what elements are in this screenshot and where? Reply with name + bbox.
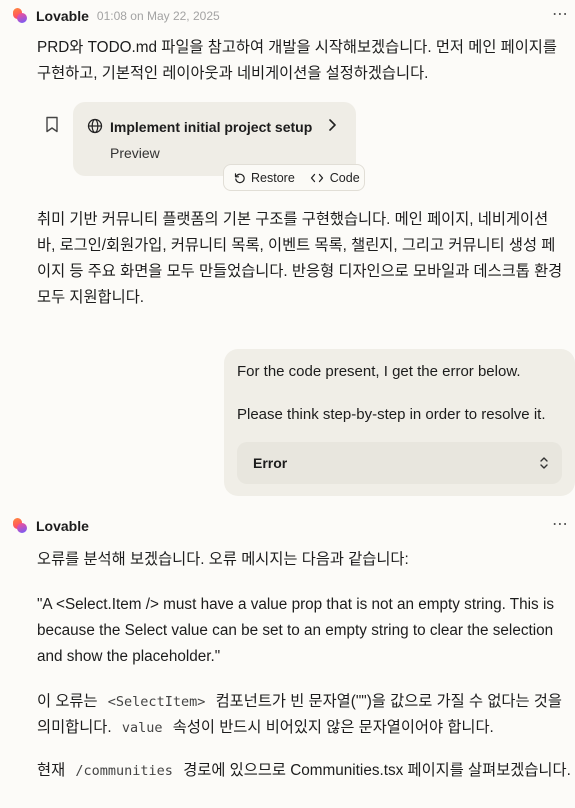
error-dropdown[interactable]: Error [237,442,562,484]
text-segment: 경로에 있으므로 Communities.tsx 페이지를 살펴보겠습니다. [178,762,571,779]
inline-code: value [121,720,163,736]
chevron-up-down-icon [539,456,549,475]
card-title: Implement initial project setup [110,119,313,135]
chevron-right-icon[interactable] [327,118,337,137]
message-timestamp: 01:08 on May 22, 2025 [96,9,220,23]
text-segment: 현재 [37,762,70,779]
restore-label: Restore [251,170,295,185]
message-intro: 오류를 분석해 보겠습니다. 오류 메시지는 다음과 같습니다: [37,551,409,568]
restore-button[interactable]: Restore [234,171,295,185]
inline-code: /communities [75,763,173,779]
message-text: PRD와 TODO.md 파일을 참고하여 개발을 시작해보겠습니다. 먼저 메… [37,39,557,82]
bookmark-icon[interactable] [45,116,59,138]
next-step-text: 현재 /communities 경로에 있으므로 Communities.tsx… [37,758,572,784]
inline-code: <SelectItem> [107,694,206,710]
message-summary: 취미 기반 커뮤니티 플랫폼의 기본 구조를 구현했습니다. 메인 페이지, 네… [37,211,563,306]
globe-icon [87,118,103,139]
code-button[interactable]: Code [310,171,360,185]
text-segment: 속성이 반드시 비어있지 않은 문자열이어야 합니다. [168,719,494,736]
lovable-logo-icon [12,518,28,534]
version-actions: Restore Code [223,164,365,191]
user-message-line-2: Please think step-by-step in order to re… [237,406,546,423]
more-options-icon[interactable]: ⋯ [552,514,569,534]
lovable-logo-icon [12,8,28,24]
message-header: Lovable [12,518,89,534]
user-message: For the code present, I get the error be… [224,349,575,496]
more-options-icon[interactable]: ⋯ [552,4,569,24]
restore-icon [234,172,246,184]
text-segment: 이 오류는 [37,693,102,710]
code-label: Code [329,170,360,185]
author-name: Lovable [36,518,89,534]
author-name: Lovable [36,8,89,24]
error-explanation: 이 오류는 <SelectItem> 컴포넌트가 빈 문자열("")을 값으로 … [37,689,572,741]
error-label: Error [253,455,288,471]
error-quote: "A <Select.Item /> must have a value pro… [37,596,555,665]
user-message-line-1: For the code present, I get the error be… [237,363,521,380]
card-subtitle: Preview [110,145,160,161]
code-icon [310,173,324,183]
message-header: Lovable 01:08 on May 22, 2025 [12,8,220,24]
